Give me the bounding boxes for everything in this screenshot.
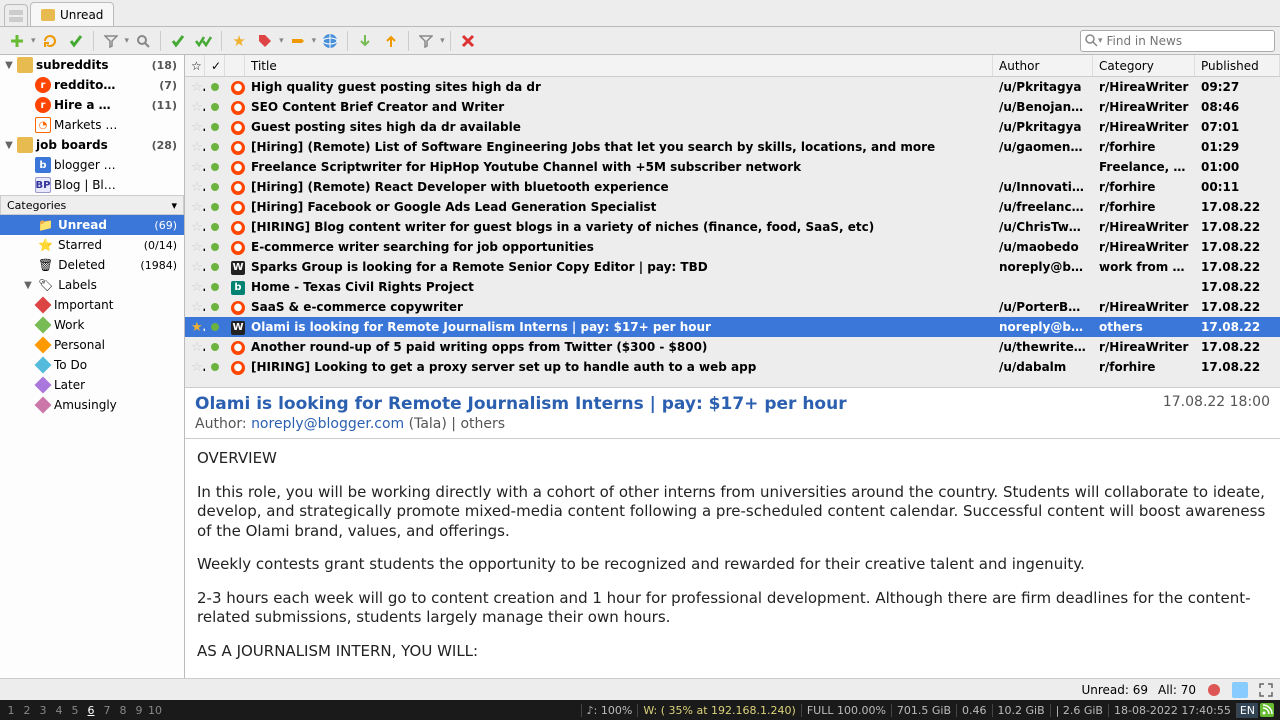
tab-bar: Unread xyxy=(0,0,1280,27)
article-body: OVERVIEW In this role, you will be worki… xyxy=(185,439,1280,678)
workspace-2[interactable]: 2 xyxy=(20,704,34,717)
down-arrow-button[interactable] xyxy=(353,29,377,53)
col-category[interactable]: Category xyxy=(1093,55,1195,76)
workspace-5[interactable]: 5 xyxy=(68,704,82,717)
news-row[interactable]: ☆●E-commerce writer searching for job op… xyxy=(185,237,1280,257)
up-arrow-button[interactable] xyxy=(379,29,403,53)
feed-Hire a …[interactable]: rHire a …(11) xyxy=(0,95,184,115)
mem: 10.2 GiB xyxy=(992,704,1050,717)
status-bar: Unread: 69 All: 70 xyxy=(0,678,1280,700)
fullscreen-icon[interactable] xyxy=(1258,682,1274,698)
window-manager-bar: 12345678910 ♪: 100% W: ( 35% at 192.168.… xyxy=(0,700,1280,720)
tray-rss-icon[interactable] xyxy=(1258,703,1276,717)
sidebar: ▼subreddits(18)rreddito…(7)rHire a …(11)… xyxy=(0,55,185,678)
article-title[interactable]: Olami is looking for Remote Journalism I… xyxy=(195,394,847,414)
search-box[interactable]: ▾ xyxy=(1080,30,1275,52)
col-star[interactable]: ☆ xyxy=(185,55,205,76)
filter2-button[interactable] xyxy=(414,29,438,53)
tray-icon-2[interactable] xyxy=(1232,682,1248,698)
col-published[interactable]: Published xyxy=(1195,55,1280,76)
feed-reddito…[interactable]: rreddito…(7) xyxy=(0,75,184,95)
workspace-1[interactable]: 1 xyxy=(4,704,18,717)
categories-header: Categories▾ xyxy=(0,195,184,215)
tag2-button[interactable] xyxy=(286,29,310,53)
mark-read-button[interactable] xyxy=(166,29,190,53)
delete-button[interactable] xyxy=(456,29,480,53)
news-row[interactable]: ☆●[Hiring] (Remote) List of Software Eng… xyxy=(185,137,1280,157)
volume: ♪: 100% xyxy=(581,704,638,717)
filter-button[interactable] xyxy=(99,29,123,53)
mark-all-read-button[interactable] xyxy=(64,29,88,53)
feed-Markets …[interactable]: ◔Markets … xyxy=(0,115,184,135)
star-button[interactable]: ★ xyxy=(227,29,251,53)
datetime: 18-08-2022 17:40:55 xyxy=(1108,704,1236,717)
status-unread: Unread: 69 xyxy=(1081,683,1148,697)
workspaces[interactable]: 12345678910 xyxy=(4,704,162,717)
news-row[interactable]: ☆bHome - Texas Civil Rights Project17.08… xyxy=(185,277,1280,297)
tab-unread[interactable]: Unread xyxy=(30,2,114,26)
workspace-8[interactable]: 8 xyxy=(116,704,130,717)
app-menu-icon[interactable] xyxy=(4,4,28,26)
news-row[interactable]: ☆●SaaS & e-commerce copywriter/u/PorterB… xyxy=(185,297,1280,317)
news-row[interactable]: ☆●Freelance Scriptwriter for HipHop Yout… xyxy=(185,157,1280,177)
article-header: 17.08.22 18:00 Olami is looking for Remo… xyxy=(185,387,1280,439)
news-row[interactable]: ☆●[HIRING] Blog content writer for guest… xyxy=(185,217,1280,237)
news-row[interactable]: ☆●SEO Content Brief Creator and Writer/u… xyxy=(185,97,1280,117)
workspace-3[interactable]: 3 xyxy=(36,704,50,717)
main-toolbar: ▾ ▾ ★ ▾ ▾ ▾ ▾ xyxy=(0,27,1280,55)
search-toggle-button[interactable] xyxy=(131,29,155,53)
category-Deleted[interactable]: 🗑Deleted(1984) xyxy=(0,255,184,275)
tab-label: Unread xyxy=(60,8,103,22)
feed-job boards[interactable]: ▼job boards(28) xyxy=(0,135,184,155)
label-Important[interactable]: Important xyxy=(0,295,184,315)
news-row[interactable]: ☆●[Hiring] Facebook or Google Ads Lead G… xyxy=(185,197,1280,217)
news-row[interactable]: ☆●Another round-up of 5 paid writing opp… xyxy=(185,337,1280,357)
label-Amusingly[interactable]: Amusingly xyxy=(0,395,184,415)
tray-icon-1[interactable] xyxy=(1206,682,1222,698)
col-read[interactable]: ✓ xyxy=(205,55,225,76)
label-Personal[interactable]: Personal xyxy=(0,335,184,355)
category-Starred[interactable]: ⭐Starred(0/14) xyxy=(0,235,184,255)
folder-icon xyxy=(41,9,55,21)
list-header: ☆ ✓ Title Author Category Published xyxy=(185,55,1280,77)
swap: | 2.6 GiB xyxy=(1050,704,1108,717)
news-row[interactable]: ☆●Guest posting sites high da dr availab… xyxy=(185,117,1280,137)
news-row[interactable]: ☆WSparks Group is looking for a Remote S… xyxy=(185,257,1280,277)
feed-subreddits[interactable]: ▼subreddits(18) xyxy=(0,55,184,75)
workspace-6[interactable]: 6 xyxy=(84,704,98,717)
load: 0.46 xyxy=(956,704,992,717)
disk: 701.5 GiB xyxy=(891,704,956,717)
workspace-7[interactable]: 7 xyxy=(100,704,114,717)
news-row[interactable]: ☆●[HIRING] Looking to get a proxy server… xyxy=(185,357,1280,377)
tag-button[interactable] xyxy=(253,29,277,53)
category-Labels[interactable]: ▼🏷Labels xyxy=(0,275,184,295)
col-author[interactable]: Author xyxy=(993,55,1093,76)
status-all: All: 70 xyxy=(1158,683,1196,697)
label-Later[interactable]: Later xyxy=(0,375,184,395)
refresh-button[interactable] xyxy=(38,29,62,53)
workspace-9[interactable]: 9 xyxy=(132,704,146,717)
news-row[interactable]: ☆●High quality guest posting sites high … xyxy=(185,77,1280,97)
category-Unread[interactable]: 📁Unread(69) xyxy=(0,215,184,235)
lang[interactable]: EN xyxy=(1236,703,1258,718)
author-email-link[interactable]: noreply@blogger.com xyxy=(251,416,404,432)
wifi: W: ( 35% at 192.168.1.240) xyxy=(637,704,801,717)
search-icon xyxy=(1085,34,1098,47)
browser-button[interactable] xyxy=(318,29,342,53)
feed-Blog | Bl…[interactable]: BPBlog | Bl… xyxy=(0,175,184,195)
col-title[interactable]: Title xyxy=(245,55,993,76)
workspace-4[interactable]: 4 xyxy=(52,704,66,717)
article-author: Author: noreply@blogger.com (Tala) | oth… xyxy=(195,416,1270,432)
feed-blogger …[interactable]: bblogger … xyxy=(0,155,184,175)
battery: FULL 100.00% xyxy=(801,704,891,717)
article-date: 17.08.22 18:00 xyxy=(1163,394,1270,410)
add-button[interactable] xyxy=(5,29,29,53)
mark-read-all-icon[interactable] xyxy=(192,29,216,53)
label-Work[interactable]: Work xyxy=(0,315,184,335)
search-input[interactable] xyxy=(1107,34,1270,48)
workspace-10[interactable]: 10 xyxy=(148,704,162,717)
news-row[interactable]: ☆●[Hiring] (Remote) React Developer with… xyxy=(185,177,1280,197)
label-To Do[interactable]: To Do xyxy=(0,355,184,375)
news-row[interactable]: ★WOlami is looking for Remote Journalism… xyxy=(185,317,1280,337)
